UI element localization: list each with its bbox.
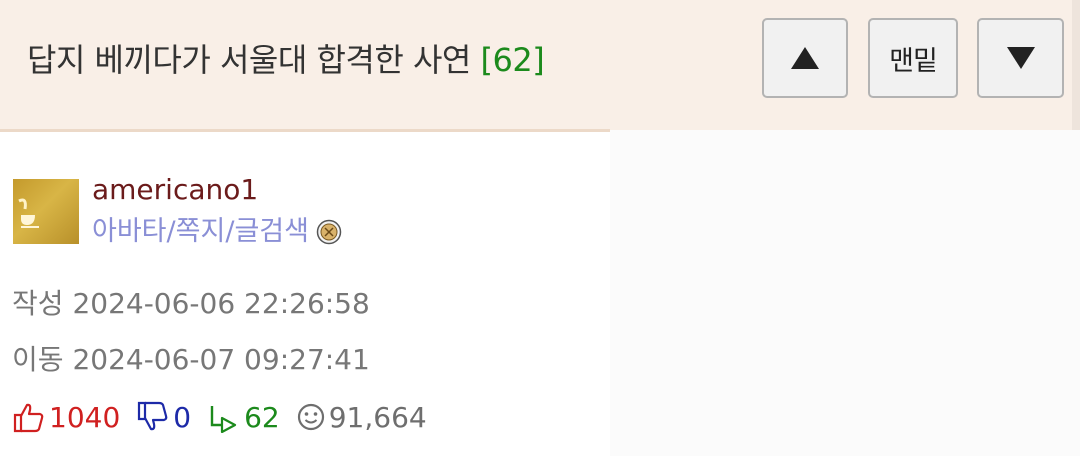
link-separator: / xyxy=(225,216,235,247)
avatar-link[interactable]: 아바타 xyxy=(92,212,167,252)
triangle-down-icon xyxy=(1006,47,1035,69)
coffee-cup-avatar xyxy=(18,198,39,228)
author-links: 아바타 / 쪽지 / 글검색 xyxy=(92,212,342,252)
avatar[interactable] xyxy=(13,179,79,244)
message-link[interactable]: 쪽지 xyxy=(176,212,226,252)
upvote-count: 1040 xyxy=(49,400,121,434)
view-count: 91,664 xyxy=(328,400,427,434)
view-count-stat: 91,664 xyxy=(296,401,427,434)
created-value: 2024-06-06 22:26:58 xyxy=(72,287,370,320)
moved-value: 2024-06-07 09:27:41 xyxy=(72,343,370,376)
thumbs-up-icon xyxy=(13,403,44,433)
moved-datetime: 이동 2024-06-07 09:27:41 xyxy=(12,340,370,380)
upvote-button[interactable]: 1040 xyxy=(12,401,120,434)
link-separator: / xyxy=(166,216,176,247)
downvote-count: 0 xyxy=(173,400,192,434)
level-badge-icon xyxy=(316,219,342,245)
triangle-up-icon xyxy=(791,47,819,69)
scroll-up-button[interactable] xyxy=(762,18,848,98)
post-stats: 1040 0 62 91,664 xyxy=(12,397,443,437)
title-comment-count[interactable]: [62] xyxy=(481,41,545,79)
downvote-button[interactable]: 0 xyxy=(136,401,191,434)
comments-link[interactable]: 62 xyxy=(207,401,280,434)
post-search-link[interactable]: 글검색 xyxy=(234,212,309,252)
post-title-text: 답지 베끼다가 서울대 합격한 사연 xyxy=(27,41,471,79)
thumbs-down-icon xyxy=(138,401,168,431)
scroll-down-button[interactable] xyxy=(977,18,1064,98)
reply-arrow-icon xyxy=(210,406,237,433)
created-label: 작성 xyxy=(12,287,64,320)
comment-count: 62 xyxy=(244,400,280,434)
header-right-edge xyxy=(1072,0,1080,130)
smiley-face-icon xyxy=(297,403,324,431)
author-username[interactable]: americano1 xyxy=(92,170,258,210)
go-bottom-button[interactable]: 맨밑 xyxy=(868,18,958,98)
created-datetime: 작성 2024-06-06 22:26:58 xyxy=(12,284,370,324)
moved-label: 이동 xyxy=(12,343,64,376)
post-title: 답지 베끼다가 서울대 합격한 사연 [62] xyxy=(27,36,545,84)
